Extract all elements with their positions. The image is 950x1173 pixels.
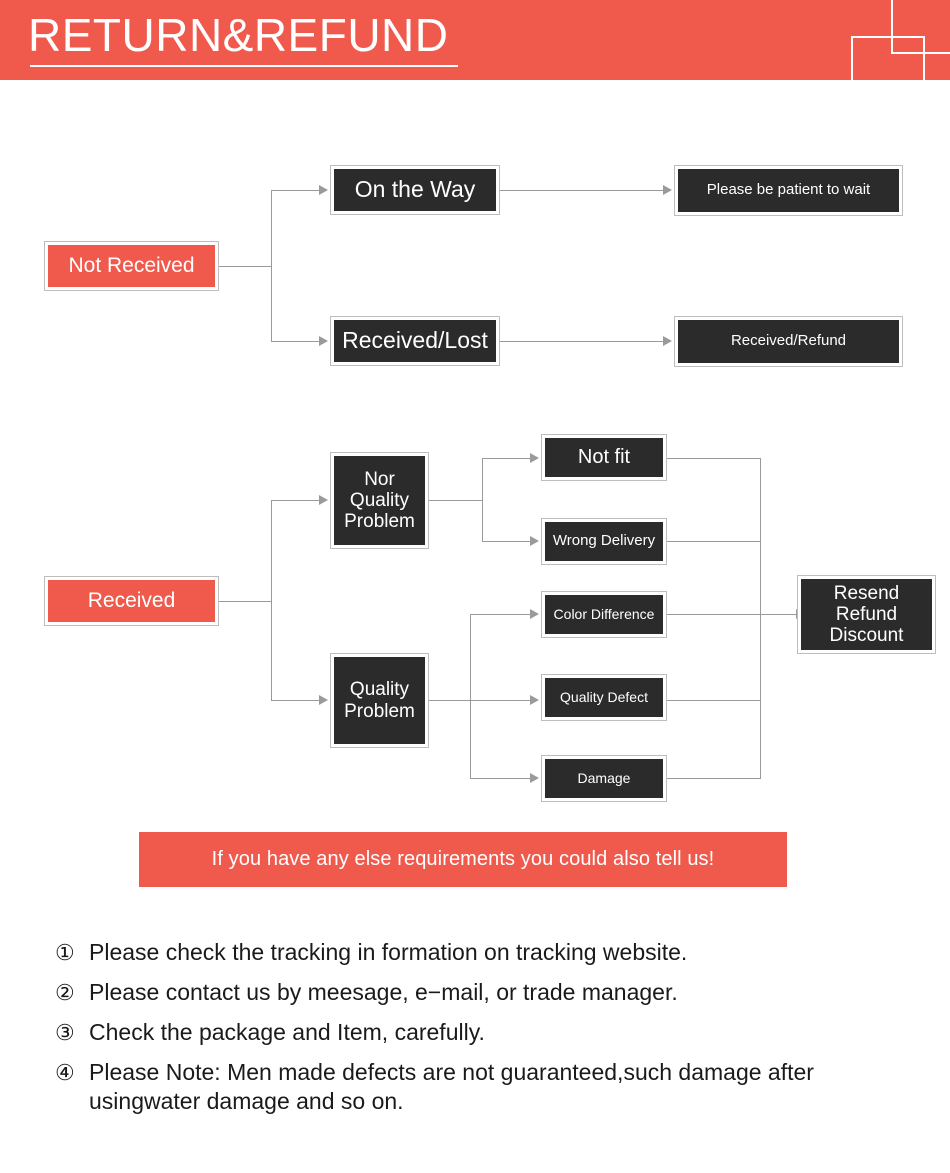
note-text-4: Please Note: Men made defects are not gu… <box>89 1059 814 1114</box>
arrow-to-nor-quality-problem <box>319 495 328 505</box>
note-item: ③ Check the package and Item, carefully. <box>55 1018 935 1047</box>
box-received-refund-label: Received/Refund <box>678 320 899 363</box>
connector-quality-defect-right <box>667 700 761 701</box>
box-please-be-patient-to-wait[interactable]: Please be patient to wait <box>674 165 903 216</box>
note-number-2: ② <box>55 980 75 1005</box>
box-not-received[interactable]: Not Received <box>44 241 219 291</box>
box-quality-defect[interactable]: Quality Defect <box>541 674 667 721</box>
requirements-banner: If you have any else requirements you co… <box>139 832 787 887</box>
arrow-to-received-lost <box>319 336 328 346</box>
connector-nor-quality-out <box>429 500 483 501</box>
connector-to-not-fit <box>482 458 530 459</box>
connector-on-the-way-to-wait <box>500 190 663 191</box>
box-not-fit[interactable]: Not fit <box>541 434 667 481</box>
arrow-to-quality-problem <box>319 695 328 705</box>
box-quality-problem[interactable]: Quality Problem <box>330 653 429 748</box>
connector-color-difference-right <box>667 614 761 615</box>
notes-list: ① Please check the tracking in formation… <box>55 938 935 1127</box>
box-color-difference-label: Color Difference <box>545 595 663 634</box>
note-item: ④ Please Note: Men made defects are not … <box>55 1058 935 1116</box>
arrow-to-not-fit <box>530 453 539 463</box>
box-received-label: Received <box>48 580 215 622</box>
connector-not-received-out <box>219 266 272 267</box>
connector-not-received-bus <box>271 190 272 342</box>
box-received[interactable]: Received <box>44 576 219 626</box>
note-number-3: ③ <box>55 1020 75 1045</box>
box-received-refund[interactable]: Received/Refund <box>674 316 903 367</box>
arrow-to-received-refund <box>663 336 672 346</box>
box-received-lost-label: Received/Lost <box>334 320 496 362</box>
arrow-to-please-wait <box>663 185 672 195</box>
box-color-difference[interactable]: Color Difference <box>541 591 667 638</box>
return-refund-infographic: RETURN&REFUND Not Received On the Way Pl… <box>0 0 950 1173</box>
page-header: RETURN&REFUND <box>0 0 950 80</box>
requirements-banner-text: If you have any else requirements you co… <box>211 848 715 870</box>
box-on-the-way[interactable]: On the Way <box>330 165 500 215</box>
box-damage-label: Damage <box>545 759 663 798</box>
connector-nor-quality-bus <box>482 458 483 542</box>
box-nor-quality-problem[interactable]: Nor Quality Problem <box>330 452 429 549</box>
box-quality-problem-label: Quality Problem <box>334 657 425 744</box>
arrow-to-on-the-way <box>319 185 328 195</box>
connector-to-color-difference <box>470 614 530 615</box>
title-underline <box>30 65 458 67</box>
connector-to-received-lost <box>271 341 319 342</box>
box-not-fit-label: Not fit <box>545 438 663 477</box>
connector-received-bus <box>271 500 272 700</box>
arrow-to-damage <box>530 773 539 783</box>
arrow-to-wrong-delivery <box>530 536 539 546</box>
note-number-4: ④ <box>55 1060 75 1085</box>
note-text-2: Please contact us by meesage, e−mail, or… <box>89 979 678 1005</box>
connector-to-quality <box>271 700 319 701</box>
connector-quality-bus <box>470 614 471 778</box>
box-not-received-label: Not Received <box>48 245 215 287</box>
connector-damage-right <box>667 778 761 779</box>
arrow-to-quality-defect <box>530 695 539 705</box>
box-wrong-delivery[interactable]: Wrong Delivery <box>541 518 667 565</box>
connector-to-nor-quality <box>271 500 319 501</box>
connector-to-on-the-way <box>271 190 319 191</box>
box-damage[interactable]: Damage <box>541 755 667 802</box>
connector-received-out <box>219 601 272 602</box>
box-wrong-delivery-label: Wrong Delivery <box>545 522 663 561</box>
box-resend-refund-discount[interactable]: Resend Refund Discount <box>797 575 936 654</box>
note-text-1: Please check the tracking in formation o… <box>89 939 688 965</box>
note-item: ② Please contact us by meesage, e−mail, … <box>55 978 935 1007</box>
connector-not-fit-right <box>667 458 761 459</box>
connector-to-outcome <box>760 614 796 615</box>
box-please-wait-label: Please be patient to wait <box>678 169 899 212</box>
note-item: ① Please check the tracking in formation… <box>55 938 935 967</box>
connector-to-wrong-delivery <box>482 541 530 542</box>
box-nor-quality-problem-label: Nor Quality Problem <box>334 456 425 545</box>
connector-to-damage <box>470 778 530 779</box>
note-text-3: Check the package and Item, carefully. <box>89 1019 485 1045</box>
connector-outcome-bus <box>760 458 761 779</box>
decorative-square-bottom <box>851 36 925 80</box>
page-title: RETURN&REFUND <box>28 9 449 61</box>
box-on-the-way-label: On the Way <box>334 169 496 211</box>
arrow-to-color-difference <box>530 609 539 619</box>
box-resend-refund-discount-label: Resend Refund Discount <box>801 579 932 650</box>
connector-received-lost-to-refund <box>500 341 663 342</box>
box-quality-defect-label: Quality Defect <box>545 678 663 717</box>
note-number-1: ① <box>55 940 75 965</box>
connector-wrong-delivery-right <box>667 541 761 542</box>
box-received-lost[interactable]: Received/Lost <box>330 316 500 366</box>
connector-to-quality-defect <box>470 700 530 701</box>
